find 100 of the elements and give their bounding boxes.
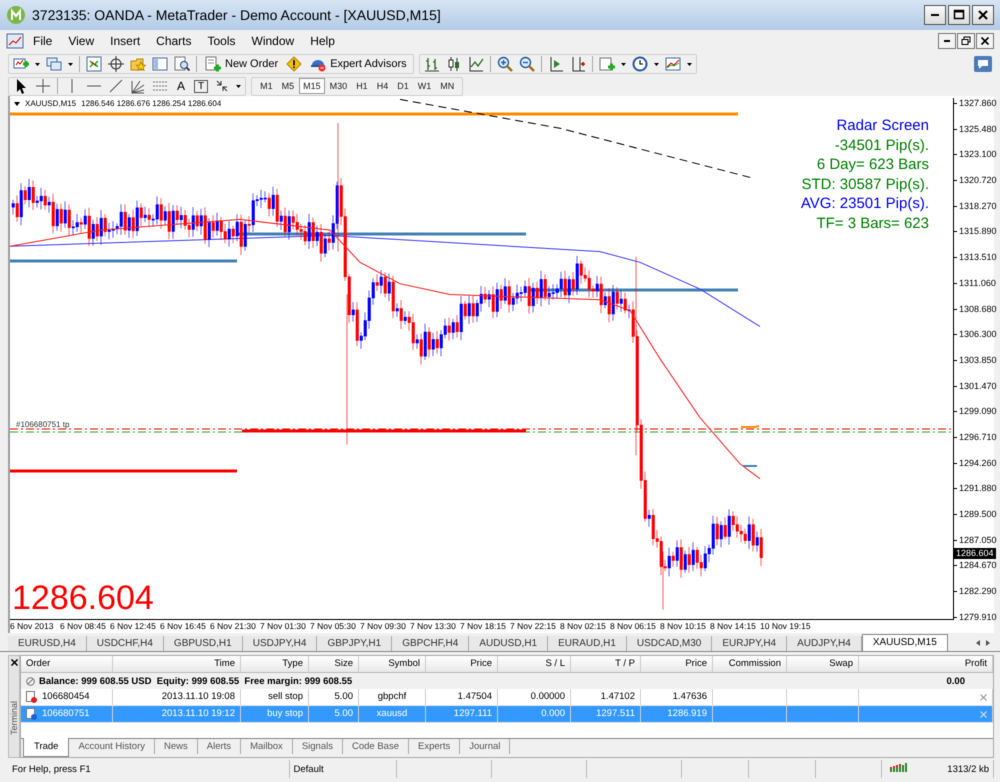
chart-tab[interactable]: EURJPY,H4 — [712, 636, 788, 651]
chart-tab[interactable]: AUDUSD,H1 — [469, 636, 548, 651]
table-cell: 1297.111 — [426, 706, 498, 722]
table-cell: 5.00 — [309, 689, 359, 705]
chat-icon[interactable] — [974, 56, 992, 72]
line-chart-icon[interactable] — [468, 56, 484, 72]
column-header[interactable]: S / L — [498, 656, 571, 672]
chart-tab[interactable]: XAUUSD,M15 — [862, 634, 948, 651]
chart-tab[interactable]: USDJPY,H4 — [242, 636, 318, 651]
new-order-button[interactable]: New Order — [203, 55, 280, 73]
terminal-tab[interactable]: Alerts — [198, 739, 242, 754]
close-icon[interactable] — [10, 659, 18, 666]
caret-icon[interactable] — [654, 62, 659, 66]
column-header[interactable]: Price — [426, 656, 498, 672]
document-search-icon[interactable] — [174, 56, 190, 72]
maximize-button[interactable] — [948, 5, 970, 25]
caret-icon[interactable] — [68, 62, 73, 66]
text-tool-button[interactable]: A — [174, 78, 188, 94]
timeframe-button[interactable]: M1 — [256, 78, 277, 94]
menu-item[interactable]: Insert — [103, 32, 148, 50]
template-icon[interactable] — [664, 56, 681, 72]
table-cell-text: 106680751 — [42, 707, 90, 721]
app-logo-icon — [6, 5, 26, 25]
timeframe-button[interactable]: H1 — [352, 78, 372, 94]
terminal-tab[interactable]: Signals — [292, 739, 343, 754]
column-header[interactable]: Commission — [713, 656, 787, 672]
price-label: 1287.050 — [954, 534, 994, 546]
scroll-left-icon[interactable] — [976, 640, 980, 646]
caret-icon[interactable] — [35, 62, 40, 66]
terminal-tab[interactable]: News — [155, 739, 198, 754]
caret-icon[interactable] — [620, 62, 626, 66]
terminal-tab[interactable]: Mailbox — [241, 739, 293, 754]
timeframe-button[interactable]: M15 — [299, 78, 325, 94]
caret-icon[interactable] — [236, 84, 242, 88]
price-label: 1320.720 — [954, 175, 994, 186]
column-header[interactable]: Time — [113, 656, 241, 672]
zoom-out-icon[interactable] — [518, 56, 535, 72]
terminal-tab[interactable]: Experts — [409, 739, 460, 754]
chart-tab[interactable]: GBPCHF,H4 — [392, 636, 470, 651]
timeframe-button[interactable]: D1 — [393, 78, 413, 94]
trend-line-icon[interactable] — [108, 78, 124, 94]
menu-item[interactable]: View — [61, 32, 102, 50]
panel-window-icon[interactable] — [152, 56, 168, 72]
folder-star-icon[interactable] — [130, 56, 146, 72]
terminal-tab[interactable]: Code Base — [342, 739, 409, 754]
column-header[interactable]: Size — [309, 656, 359, 672]
indicator-text: Radar Screen — [836, 116, 929, 136]
target-icon[interactable] — [108, 56, 124, 72]
close-button[interactable] — [976, 33, 994, 49]
window-arrows-icon[interactable] — [86, 56, 102, 72]
terminal-tab[interactable]: Trade — [23, 738, 70, 757]
column-header[interactable]: Type — [241, 656, 309, 672]
zoom-in-icon[interactable] — [496, 56, 513, 72]
column-header[interactable]: T / P — [571, 656, 641, 672]
minimize-button[interactable] — [924, 5, 946, 25]
menu-item[interactable]: Charts — [149, 32, 198, 50]
menu-item[interactable]: Window — [244, 32, 302, 50]
restore-button[interactable] — [957, 33, 975, 49]
close-button[interactable] — [972, 5, 994, 25]
indicators-icon[interactable] — [598, 56, 615, 72]
fan-lines-icon[interactable] — [130, 78, 146, 94]
chart-tab[interactable]: EURAUD,H1 — [548, 636, 627, 651]
column-header[interactable]: Order — [21, 656, 113, 672]
timeframe-button[interactable]: W1 — [414, 78, 436, 94]
text-label-tool-button[interactable]: T — [194, 80, 208, 92]
last-price: 1286.604 — [12, 580, 154, 616]
chart-shift-icon[interactable] — [570, 56, 586, 72]
column-header[interactable]: Profit — [859, 656, 993, 672]
caret-icon[interactable] — [14, 102, 20, 106]
auto-scroll-icon[interactable] — [548, 56, 564, 72]
crosshair-icon[interactable] — [35, 78, 51, 94]
chart-tab[interactable]: AUDJPY,H4 — [787, 636, 862, 651]
timeframe-button[interactable]: M5 — [278, 78, 298, 94]
terminal-tab[interactable]: Journal — [460, 739, 510, 754]
minimize-button[interactable] — [938, 33, 956, 49]
expert-advisors-button[interactable]: Expert Advisors — [308, 55, 409, 73]
column-header[interactable]: Symbol — [359, 656, 426, 672]
menu-item[interactable]: Help — [303, 32, 342, 50]
warning-icon[interactable] — [286, 56, 302, 72]
column-header[interactable]: Swap — [787, 656, 859, 672]
caret-icon[interactable] — [686, 62, 692, 66]
menu-item[interactable]: Tools — [200, 32, 243, 50]
chart-tab[interactable]: USDCHF,H4 — [86, 636, 164, 651]
chart-tab[interactable]: GBPUSD,H1 — [164, 636, 243, 651]
chart-tab[interactable]: USDCAD,M30 — [626, 636, 712, 651]
timeframe-button[interactable]: H4 — [372, 78, 392, 94]
windows-icon[interactable] — [46, 56, 62, 72]
chart-tab[interactable]: GBPJPY,H1 — [317, 636, 392, 651]
time-label: 6 Nov 21:30 — [210, 620, 257, 633]
scroll-right-icon[interactable] — [986, 640, 990, 646]
candlestick-icon[interactable] — [446, 56, 462, 72]
timeframe-button[interactable]: M30 — [326, 78, 352, 94]
timeframe-button[interactable]: MN — [436, 78, 458, 94]
column-header[interactable]: Price — [641, 656, 713, 672]
terminal-tab[interactable]: Account History — [69, 739, 155, 754]
chart-tab[interactable]: EURUSD,H4 — [8, 636, 87, 651]
table-cell: 2013.11.10 19:08 — [113, 689, 241, 705]
menu-item[interactable]: File — [26, 32, 60, 50]
bar-chart-icon[interactable] — [424, 56, 440, 72]
clock-icon[interactable] — [632, 56, 648, 72]
